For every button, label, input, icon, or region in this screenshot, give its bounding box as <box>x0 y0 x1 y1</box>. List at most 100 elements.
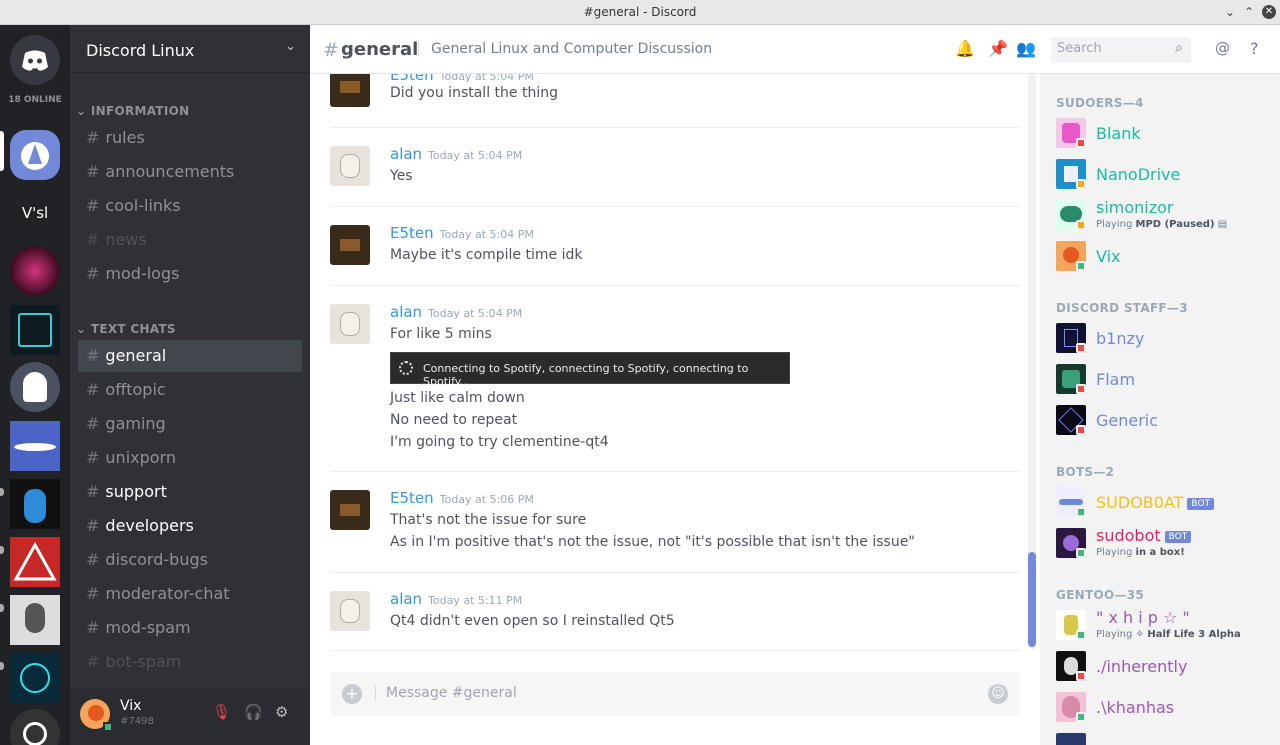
server-cyber[interactable] <box>10 653 60 703</box>
server-discord-linux[interactable] <box>10 130 60 180</box>
member-item[interactable]: Blank <box>1056 116 1276 156</box>
channel-title: general <box>341 39 419 60</box>
status-online-icon <box>1076 261 1086 271</box>
member-name: sudobot BOT <box>1096 526 1192 545</box>
close-icon[interactable]: ✕ <box>1262 5 1276 19</box>
server-strezz[interactable] <box>10 246 60 296</box>
server-portrait[interactable] <box>10 595 60 645</box>
channel-cool-links[interactable]: # cool-links <box>78 190 302 222</box>
scrollbar-thumb[interactable] <box>1028 552 1036 647</box>
member-name: simonizor <box>1096 198 1174 217</box>
channel-discord-bugs[interactable]: # discord-bugs <box>78 544 302 576</box>
category-information[interactable]: ⌄ INFORMATION <box>76 104 189 118</box>
scrollbar[interactable] <box>1028 74 1036 649</box>
gear-icon[interactable]: ⚙ <box>275 703 288 721</box>
message-text: For like 5 mins <box>390 326 492 342</box>
message-text: Qt4 didn't even open so I reinstalled Qt… <box>390 613 675 629</box>
headphones-icon[interactable]: 🎧 <box>244 703 263 721</box>
minimize-icon[interactable]: ⌄ <box>1222 4 1238 20</box>
pin-icon[interactable]: 📌 <box>988 39 1008 58</box>
member-item[interactable]: .\khanhas <box>1056 690 1276 730</box>
members-icon[interactable]: 👥 <box>1016 39 1036 58</box>
message-composer[interactable]: + Message #general ☺ <box>330 672 1020 716</box>
avatar[interactable] <box>330 304 370 344</box>
member-item[interactable]: Generic <box>1056 403 1276 443</box>
member-item[interactable]: sudobot BOT Playing in a box! <box>1056 526 1276 566</box>
category-text-chats[interactable]: ⌄ TEXT CHATS <box>76 322 176 336</box>
message-input[interactable]: Message #general <box>375 685 517 701</box>
user-tag: #7498 <box>120 716 154 727</box>
discord-logo-icon <box>22 50 48 71</box>
channel-support[interactable]: # support <box>78 476 302 508</box>
channel-gaming[interactable]: # gaming <box>78 408 302 440</box>
guild-header[interactable]: Discord Linux ⌄ <box>70 25 310 73</box>
status-dnd-icon <box>1076 138 1086 148</box>
avatar[interactable] <box>330 591 370 631</box>
maximize-icon[interactable]: ⌃ <box>1241 4 1257 20</box>
channel-offtopic[interactable]: # offtopic <box>78 374 302 406</box>
member-group-bots: BOTS—2 <box>1056 465 1115 479</box>
mute-mic-icon[interactable]: 🎙 <box>212 703 231 721</box>
channel-general[interactable]: # general <box>78 340 302 372</box>
member-item[interactable]: Flam <box>1056 362 1276 402</box>
channel-news[interactable]: # news <box>78 224 302 256</box>
timestamp: Today at 5:06 PM <box>439 493 534 506</box>
member-item[interactable]: ./inherently <box>1056 649 1276 689</box>
member-item[interactable]: b1nzy <box>1056 321 1276 361</box>
server-tank[interactable] <box>10 709 60 745</box>
member-name: Generic <box>1096 411 1159 430</box>
selected-indicator <box>0 131 4 171</box>
server-terminal[interactable] <box>10 305 60 355</box>
mention-icon[interactable]: @ <box>1215 39 1230 57</box>
channel-rules[interactable]: # rules <box>78 122 302 154</box>
server-triangle[interactable] <box>10 537 60 587</box>
help-icon[interactable]: ? <box>1250 39 1259 58</box>
channel-developers[interactable]: # developers <box>78 510 302 542</box>
emoji-icon[interactable]: ☺ <box>988 684 1008 704</box>
channel-mod-logs[interactable]: # mod-logs <box>78 258 302 290</box>
bell-icon[interactable]: 🔔 <box>955 39 975 58</box>
server-vsl[interactable]: V'sl <box>10 188 60 238</box>
chevron-down-icon[interactable]: ⌄ <box>285 39 296 54</box>
divider <box>330 650 1020 651</box>
message-text: Yes <box>390 168 413 184</box>
member-item[interactable] <box>1056 731 1276 745</box>
channel-bot-spam[interactable]: # bot-spam <box>78 646 302 678</box>
member-name: SUDOB0AT BOT <box>1096 493 1215 512</box>
member-item[interactable]: Vix <box>1056 239 1276 279</box>
spotify-notification: Connecting to Spotify, connecting to Spo… <box>390 352 790 388</box>
server-ghost[interactable] <box>10 362 60 412</box>
bot-badge: BOT <box>1164 530 1192 543</box>
avatar[interactable] <box>330 225 370 265</box>
channel-mod-spam[interactable]: # mod-spam <box>78 612 302 644</box>
upload-plus-icon[interactable]: + <box>342 684 362 704</box>
message-text: Maybe it's compile time idk <box>390 247 583 263</box>
bot-badge: BOT <box>1187 497 1215 510</box>
member-item[interactable]: " x h i p ☆ " Playing ✧ Half Life 3 Alph… <box>1056 608 1276 648</box>
username: alan <box>390 303 423 321</box>
channel-unixporn[interactable]: # unixporn <box>78 442 302 474</box>
avatar[interactable] <box>330 74 370 107</box>
status-online-icon <box>1076 712 1086 722</box>
status-online-icon <box>1076 507 1086 517</box>
member-list: SUDOERS—4 Blank NanoDrive simonizor Play… <box>1040 74 1280 745</box>
status-idle-icon <box>1076 220 1086 230</box>
channel-announcements[interactable]: # announcements <box>78 156 302 188</box>
lock-hash-icon: # <box>86 618 100 637</box>
member-name: .\khanhas <box>1096 698 1175 717</box>
server-waves[interactable] <box>10 421 60 471</box>
member-name: NanoDrive <box>1096 165 1181 184</box>
home-button[interactable] <box>10 35 60 85</box>
member-item[interactable]: simonizor Playing MPD (Paused) ▤ <box>1056 198 1276 238</box>
timestamp: Today at 5:04 PM <box>428 149 523 162</box>
unread-indicator <box>0 662 4 670</box>
server-penguin[interactable] <box>10 479 60 529</box>
status-online-icon <box>1076 548 1086 558</box>
avatar[interactable] <box>330 146 370 186</box>
avatar[interactable] <box>330 490 370 530</box>
loading-spinner-icon <box>399 361 413 375</box>
member-item[interactable]: NanoDrive <box>1056 157 1276 197</box>
channel-moderator-chat[interactable]: # moderator-chat <box>78 578 302 610</box>
member-item[interactable]: SUDOB0AT BOT <box>1056 485 1276 525</box>
search-input[interactable]: Search ⌕ <box>1051 37 1191 63</box>
